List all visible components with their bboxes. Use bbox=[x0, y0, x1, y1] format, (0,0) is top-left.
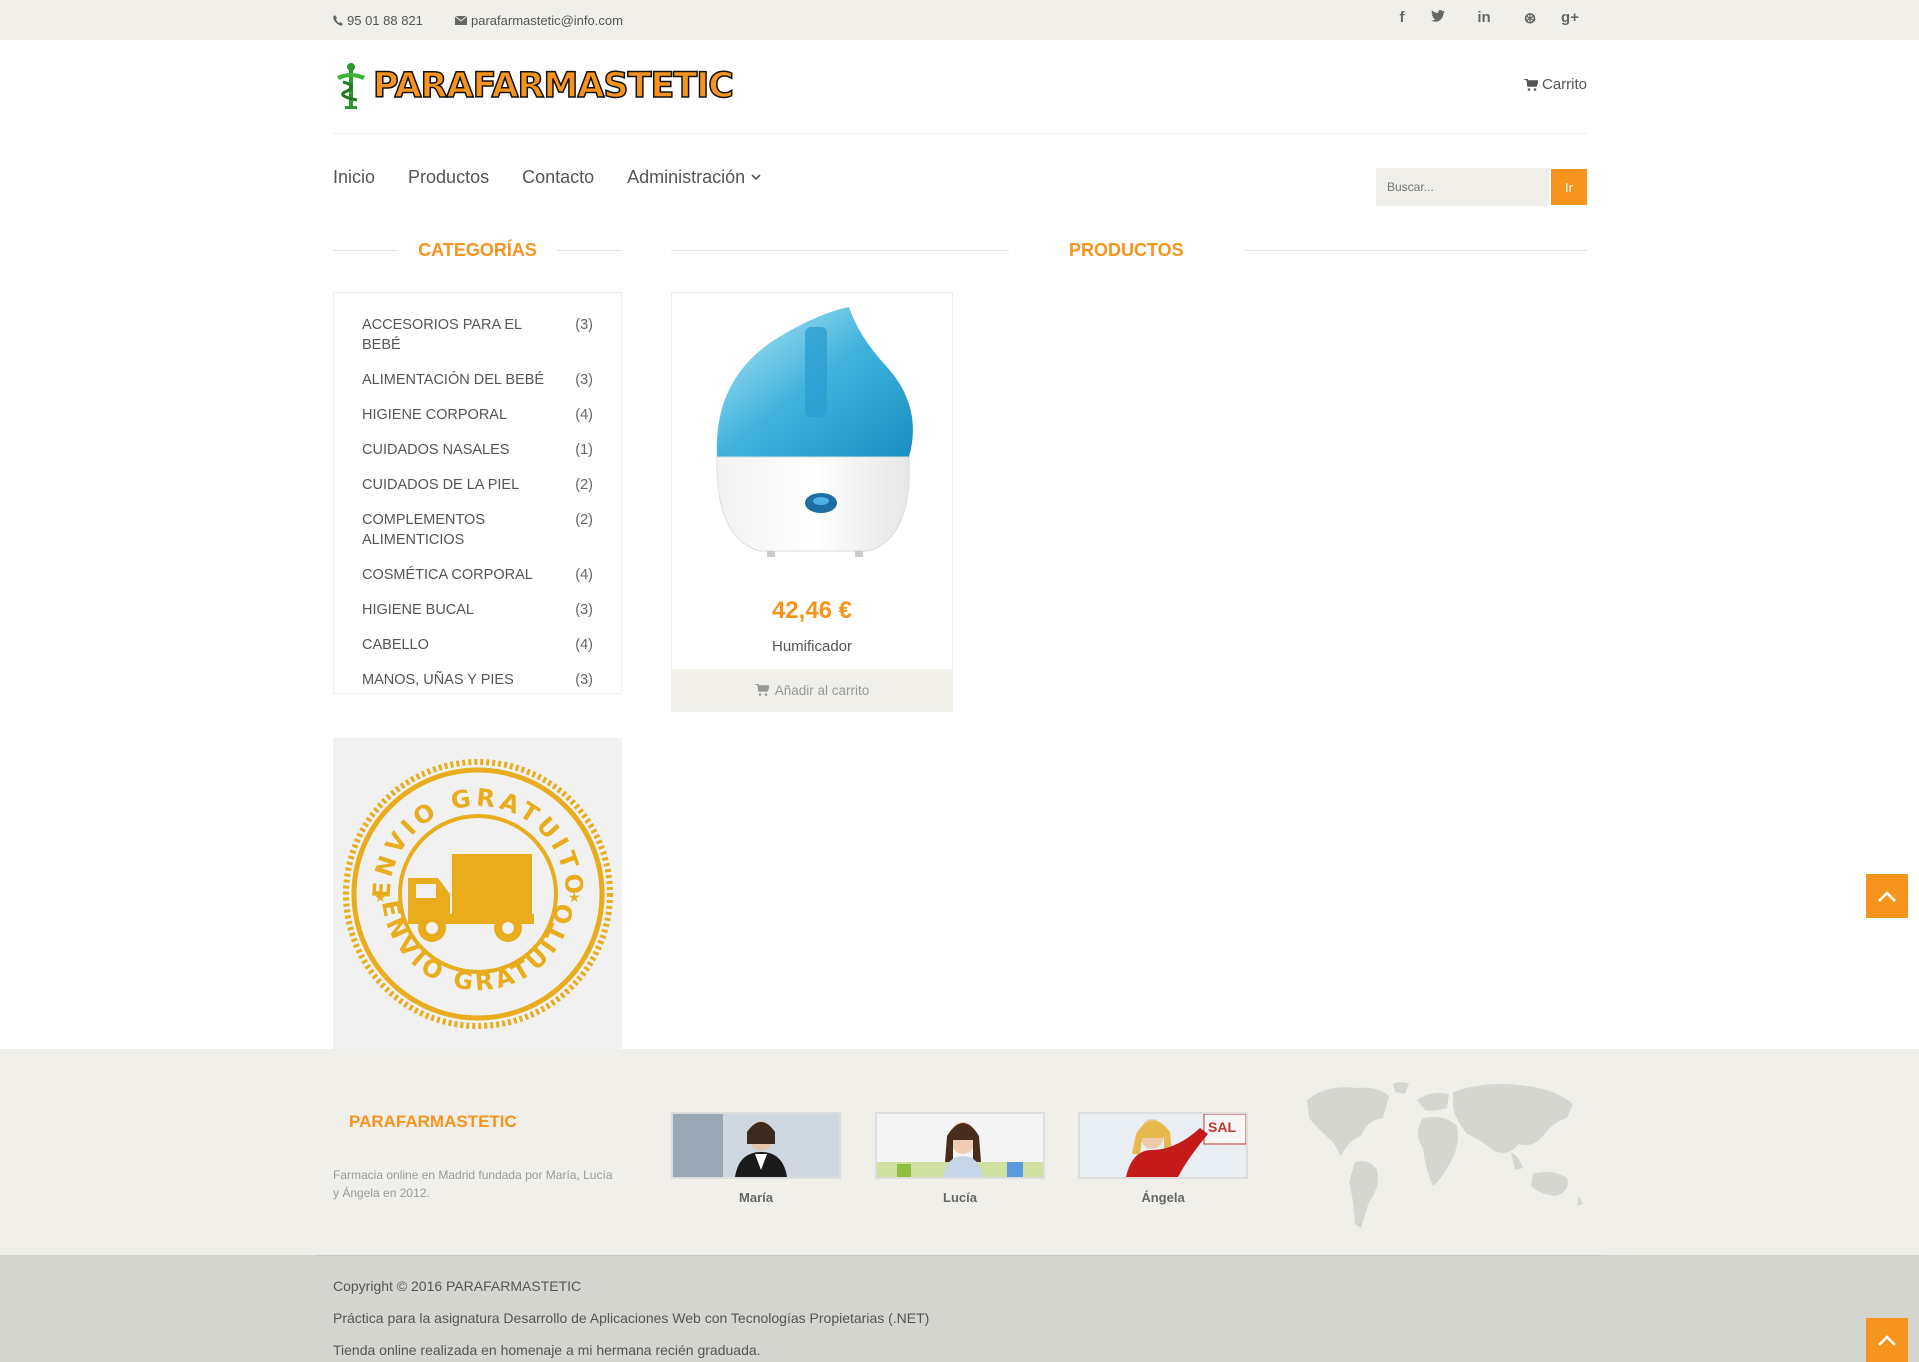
cart-icon bbox=[754, 684, 769, 696]
category-count: (2) bbox=[575, 477, 593, 493]
chevron-up-icon bbox=[1878, 1334, 1896, 1346]
category-item[interactable]: CUIDADOS DE LA PIEL (2) bbox=[362, 475, 593, 495]
product-card[interactable]: 42,46 € Humificador Añadir al carrito bbox=[671, 292, 953, 712]
world-map-image bbox=[1307, 1082, 1583, 1228]
angela-name: Ángela bbox=[1141, 1190, 1185, 1205]
angela-photo: SAL bbox=[1078, 1112, 1248, 1179]
footer-description: Farmacia online en Madrid fundada por Ma… bbox=[333, 1168, 613, 1200]
copyright-divider bbox=[317, 1255, 1602, 1256]
category-name[interactable]: MANOS, UÑAS Y PIES bbox=[362, 670, 562, 690]
chevron-up-icon bbox=[1878, 890, 1896, 902]
lucia-name: Lucía bbox=[943, 1190, 977, 1205]
lucia-photo bbox=[875, 1112, 1045, 1179]
category-count: (3) bbox=[575, 602, 593, 618]
category-count: (3) bbox=[575, 372, 593, 388]
product-image[interactable] bbox=[709, 307, 917, 559]
category-count: (1) bbox=[575, 442, 593, 458]
team-member-angela: SAL Ángela bbox=[1078, 1112, 1248, 1205]
team-member-maria: María bbox=[671, 1112, 841, 1205]
category-item[interactable]: CABELLO (4) bbox=[362, 635, 593, 655]
dedication-text: Tienda online realizada en homenaje a mi… bbox=[333, 1342, 761, 1358]
category-item[interactable]: COMPLEMENTOS ALIMENTICIOS (2) bbox=[362, 510, 593, 550]
category-name[interactable]: CUIDADOS NASALES bbox=[362, 440, 562, 460]
category-count: (3) bbox=[575, 672, 593, 688]
back-to-top-button-footer[interactable] bbox=[1866, 1318, 1908, 1362]
category-item[interactable]: MANOS, UÑAS Y PIES (3) bbox=[362, 670, 593, 690]
free-shipping-badge: ENVIO GRATUITO ENVIO GRATUITO ★ ★ bbox=[333, 738, 622, 1049]
product-price: 42,46 € bbox=[771, 597, 853, 624]
category-item[interactable]: HIGIENE BUCAL (3) bbox=[362, 600, 593, 620]
category-name[interactable]: CABELLO bbox=[362, 635, 562, 655]
svg-text:★: ★ bbox=[374, 890, 387, 906]
footer-brand: PARAFARMASTETIC bbox=[349, 1112, 517, 1131]
copyright-text: Copyright © 2016 PARAFARMASTETIC bbox=[333, 1278, 582, 1294]
add-to-cart-label: Añadir al carrito bbox=[774, 682, 870, 698]
category-count: (4) bbox=[575, 567, 593, 583]
category-name[interactable]: HIGIENE BUCAL bbox=[362, 600, 562, 620]
product-name[interactable]: Humificador bbox=[672, 638, 952, 655]
category-list: ACCESORIOS PARA EL BEBÉ (3) ALIMENTACIÓN … bbox=[333, 292, 622, 694]
content-area: ACCESORIOS PARA EL BEBÉ (3) ALIMENTACIÓN … bbox=[333, 0, 1587, 1050]
category-item[interactable]: ACCESORIOS PARA EL BEBÉ (3) bbox=[362, 315, 593, 355]
svg-text:SAL: SAL bbox=[1208, 1119, 1236, 1135]
copyright-bar: Copyright © 2016 PARAFARMASTETIC Práctic… bbox=[0, 1255, 1919, 1362]
category-name[interactable]: ALIMENTACIÓN DEL BEBÉ bbox=[362, 370, 562, 390]
add-to-cart-button[interactable]: Añadir al carrito bbox=[672, 669, 952, 711]
course-text: Práctica para la asignatura Desarrollo d… bbox=[333, 1310, 930, 1326]
category-item[interactable]: CUIDADOS NASALES (1) bbox=[362, 440, 593, 460]
category-item[interactable]: HIGIENE CORPORAL (4) bbox=[362, 405, 593, 425]
category-count: (4) bbox=[575, 407, 593, 423]
category-name[interactable]: COMPLEMENTOS ALIMENTICIOS bbox=[362, 510, 502, 550]
category-name[interactable]: COSMÉTICA CORPORAL bbox=[362, 565, 562, 585]
category-name[interactable]: HIGIENE CORPORAL bbox=[362, 405, 562, 425]
category-count: (4) bbox=[575, 637, 593, 653]
category-name[interactable]: CUIDADOS DE LA PIEL bbox=[362, 475, 562, 495]
maria-name: María bbox=[739, 1190, 773, 1205]
category-count: (2) bbox=[575, 512, 593, 528]
team-member-lucia: Lucía bbox=[875, 1112, 1045, 1205]
maria-photo bbox=[671, 1112, 841, 1179]
svg-text:★: ★ bbox=[568, 890, 581, 906]
back-to-top-button[interactable] bbox=[1866, 874, 1908, 918]
category-item[interactable]: ALIMENTACIÓN DEL BEBÉ (3) bbox=[362, 370, 593, 390]
free-shipping-seal-icon: ENVIO GRATUITO ENVIO GRATUITO ★ ★ bbox=[342, 758, 613, 1029]
category-item[interactable]: COSMÉTICA CORPORAL (4) bbox=[362, 565, 593, 585]
category-count: (3) bbox=[575, 317, 593, 333]
category-name[interactable]: ACCESORIOS PARA EL BEBÉ bbox=[362, 315, 562, 355]
